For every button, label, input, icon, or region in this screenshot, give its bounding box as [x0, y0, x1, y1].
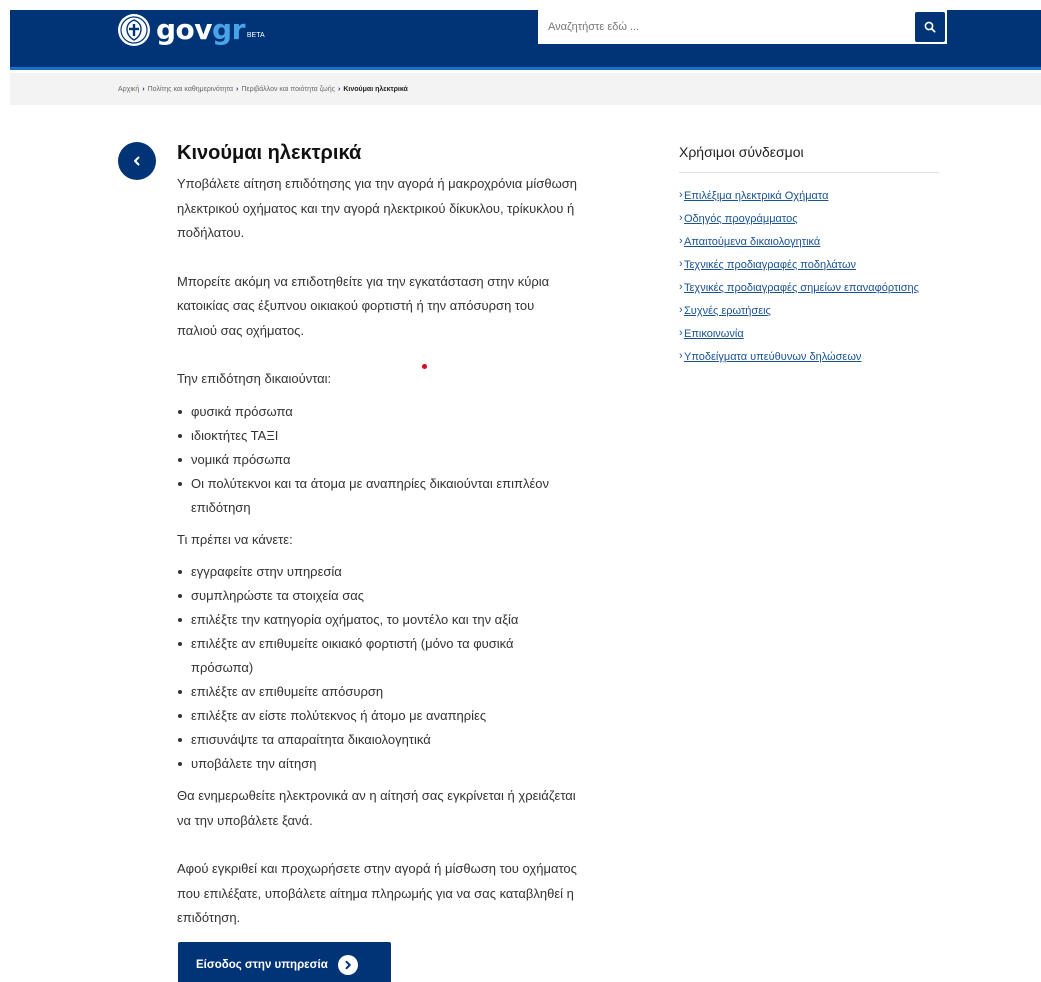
list-item: Οι πολύτεκνοι και τα άτομα με αναπηρίες … — [177, 472, 577, 520]
chevron-right-icon — [337, 955, 358, 975]
list-item: επιλέξτε την κατηγορία οχήματος, το μοντ… — [177, 608, 577, 632]
search-button[interactable] — [915, 12, 945, 42]
search-input[interactable] — [538, 10, 915, 44]
useful-links-panel: Χρήσιμοι σύνδεσμοι Επιλέξιμα ηλεκτρικά Ο… — [679, 142, 939, 373]
link-eligible-vehicles[interactable]: Επιλέξιμα ηλεκτρικά Οχήματα — [684, 190, 828, 202]
useful-link-item: Τεχνικές προδιαγραφές σημείων επαναφόρτι… — [679, 280, 939, 295]
useful-link-item: Επιλέξιμα ηλεκτρικά Οχήματα — [679, 188, 939, 203]
breadcrumb: Αρχική › Πολίτης και καθημερινότητα › Πε… — [10, 73, 1041, 105]
link-program-guide[interactable]: Οδηγός προγράμματος — [684, 213, 798, 225]
link-bicycle-specs[interactable]: Τεχνικές προδιαγραφές ποδηλάτων — [684, 259, 856, 271]
greek-emblem-icon — [118, 14, 150, 46]
link-charging-specs[interactable]: Τεχνικές προδιαγραφές σημείων επαναφόρτι… — [684, 282, 919, 294]
link-contact[interactable]: Επικοινωνία — [684, 328, 744, 340]
red-marker-dot — [422, 364, 427, 369]
link-required-documents[interactable]: Απαιτούμενα δικαιολογητικά — [684, 236, 820, 248]
link-declaration-templates[interactable]: Υποδείγματα υπεύθυνων δηλώσεων — [684, 351, 861, 363]
useful-link-item: Συχνές ερωτήσεις — [679, 303, 939, 318]
useful-link-item: Οδηγός προγράμματος — [679, 211, 939, 226]
search-icon — [924, 21, 936, 33]
enter-service-button[interactable]: Είσοδος στην υπηρεσία — [178, 942, 391, 982]
payment-paragraph: Αφού εγκριθεί και προχωρήσετε στην αγορά… — [177, 861, 577, 925]
breadcrumb-separator-icon: › — [338, 85, 341, 93]
breadcrumb-home[interactable]: Αρχική — [118, 86, 139, 93]
useful-link-item: Απαιτούμενα δικαιολογητικά — [679, 234, 939, 249]
breadcrumb-separator-icon: › — [142, 85, 145, 93]
search-bar — [538, 10, 947, 44]
list-item: υποβάλετε την αίτηση — [177, 752, 577, 776]
breadcrumb-citizen[interactable]: Πολίτης και καθημερινότητα — [148, 86, 233, 93]
breadcrumb-separator-icon: › — [236, 85, 239, 93]
list-item: επιλέξτε αν επιθυμείτε απόσυρση — [177, 680, 577, 704]
steps-list: εγγραφείτε στην υπηρεσία συμπληρώστε τα … — [177, 560, 577, 776]
steps-heading: Τι πρέπει να κάνετε: — [177, 531, 293, 547]
beta-badge: BETA — [246, 31, 265, 39]
breadcrumb-environment[interactable]: Περιβάλλον και ποιότητα ζωής — [241, 86, 335, 93]
site-header: govgr BETA — [10, 10, 1041, 70]
main-content: Κινούμαι ηλεκτρικά Υποβάλετε αίτηση επιδ… — [177, 140, 577, 931]
eligible-heading: Την επιδότηση δικαιούνται: — [177, 371, 332, 386]
intro-paragraph: Υποβάλετε αίτηση επιδότησης για την αγορ… — [177, 176, 577, 240]
list-item: επιλέξτε αν επιθυμείτε οικιακό φορτιστή … — [177, 632, 577, 680]
enter-service-label: Είσοδος στην υπηρεσία — [196, 959, 328, 971]
list-item: συμπληρώστε τα στοιχεία σας — [177, 584, 577, 608]
list-item: φυσικά πρόσωπα — [177, 400, 577, 424]
useful-link-item: Τεχνικές προδιαγραφές ποδηλάτων — [679, 257, 939, 272]
breadcrumb-current: Κινούμαι ηλεκτρικά — [343, 85, 408, 93]
list-item: εγγραφείτε στην υπηρεσία — [177, 560, 577, 584]
list-item: επιλέξτε αν είστε πολύτεκνος ή άτομο με … — [177, 704, 577, 728]
useful-links-list: Επιλέξιμα ηλεκτρικά Οχήματα Οδηγός προγρ… — [679, 188, 939, 364]
chevron-left-icon — [134, 156, 140, 166]
useful-links-title: Χρήσιμοι σύνδεσμοι — [679, 142, 939, 173]
useful-link-item: Υποδείγματα υπεύθυνων δηλώσεων — [679, 349, 939, 364]
govgr-logo[interactable]: govgr BETA — [118, 14, 265, 46]
notice-paragraph: Θα ενημερωθείτε ηλεκτρονικά αν η αίτησή … — [177, 788, 576, 828]
page-title: Κινούμαι ηλεκτρικά — [177, 142, 362, 164]
logo-wordmark: govgr — [156, 13, 245, 46]
back-button[interactable] — [118, 142, 156, 180]
list-item: επισυνάψτε τα απαραίτητα δικαιολογητικά — [177, 728, 577, 752]
eligible-list: φυσικά πρόσωπα ιδιοκτήτες ΤΑΞΙ νομικά πρ… — [177, 400, 577, 520]
useful-link-item: Επικοινωνία — [679, 326, 939, 341]
list-item: νομικά πρόσωπα — [177, 448, 577, 472]
intro-paragraph-2: Μπορείτε ακόμη να επιδοτηθείτε για την ε… — [177, 273, 550, 338]
list-item: ιδιοκτήτες ΤΑΞΙ — [177, 424, 577, 448]
link-faq[interactable]: Συχνές ερωτήσεις — [684, 305, 771, 317]
